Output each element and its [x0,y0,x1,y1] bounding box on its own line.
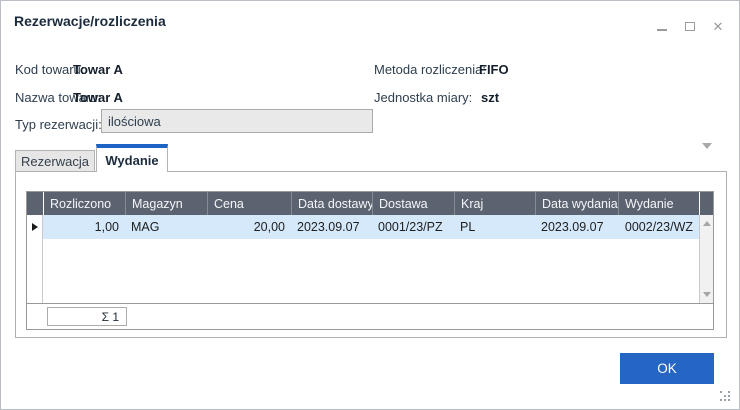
maximize-button[interactable] [683,19,697,33]
nazwa-towaru-value: Towar A [73,90,123,105]
grid-scrollbar-header [699,192,713,215]
tab-wydanie[interactable]: Wydanie [96,144,168,172]
column-header-data-dostawy[interactable]: Data dostawy [291,192,372,215]
tab-list-button[interactable] [701,149,713,157]
resize-grip[interactable] [720,391,732,403]
grid-selector-header [27,192,43,215]
kod-towaru-value: Towar A [73,62,123,77]
minimize-button[interactable] [655,19,669,33]
tab-rezerwacja-label: Rezerwacja [21,154,89,169]
grid-body: 1,00 MAG 20,00 2023.09.07 0001/23/PZ PL … [27,215,713,303]
resize-grip-icon [720,391,722,393]
title-bar: Rezerwacje/rozliczenia ✕ [1,1,739,43]
vertical-scrollbar[interactable] [699,215,713,303]
typ-rezerwacji-label: Typ rezerwacji: [15,117,102,132]
grid-summary-row: Σ 1 [27,303,713,329]
jednostka-miary-label: Jednostka miary: [374,90,472,105]
window-controls: ✕ [655,19,725,33]
cell-data-dostawy[interactable]: 2023.09.07 [291,215,372,239]
close-icon: ✕ [713,20,724,33]
column-header-rozliczono[interactable]: Rozliczono [43,192,125,215]
minimize-icon [657,29,667,31]
cell-data-wydania[interactable]: 2023.09.07 [535,215,618,239]
scroll-down-icon[interactable] [703,292,711,297]
metoda-rozliczenia-label: Metoda rozliczenia: [374,62,486,77]
dialog-title: Rezerwacje/rozliczenia [14,13,166,29]
metoda-rozliczenia-value: FIFO [479,62,509,77]
grid-header-row: Rozliczono Magazyn Cena Data dostawy Dos… [27,192,713,215]
column-header-magazyn[interactable]: Magazyn [125,192,207,215]
tab-wydanie-label: Wydanie [105,153,158,168]
chevron-down-icon [702,143,712,164]
cell-wydanie[interactable]: 0002/23/WZ [618,215,699,239]
column-header-data-wydania[interactable]: Data wydania [535,192,618,215]
typ-rezerwacji-input[interactable] [101,109,373,133]
ok-button[interactable]: OK [620,353,714,384]
tab-rezerwacja[interactable]: Rezerwacja [15,150,95,172]
column-header-kraj[interactable]: Kraj [454,192,535,215]
close-button[interactable]: ✕ [711,19,725,33]
cell-rozliczono[interactable]: 1,00 [43,215,125,239]
scroll-up-icon[interactable] [703,221,711,226]
tab-content-panel: Rozliczono Magazyn Cena Data dostawy Dos… [15,171,727,338]
jednostka-miary-value: szt [481,90,499,105]
column-header-dostawa[interactable]: Dostawa [372,192,454,215]
current-row-arrow-icon [32,223,38,231]
column-header-wydanie[interactable]: Wydanie [618,192,699,215]
cell-cena[interactable]: 20,00 [207,215,291,239]
cell-magazyn[interactable]: MAG [125,215,207,239]
maximize-icon [685,22,695,31]
row-selector-cell[interactable] [27,215,43,239]
data-grid: Rozliczono Magazyn Cena Data dostawy Dos… [26,191,714,330]
dialog-window: Rezerwacje/rozliczenia ✕ Kod towaru: Tow… [0,0,740,410]
summary-count-box: Σ 1 [47,307,127,326]
cell-dostawa[interactable]: 0001/23/PZ [372,215,454,239]
cell-kraj[interactable]: PL [454,215,535,239]
column-header-cena[interactable]: Cena [207,192,291,215]
table-row[interactable]: 1,00 MAG 20,00 2023.09.07 0001/23/PZ PL … [27,215,699,239]
